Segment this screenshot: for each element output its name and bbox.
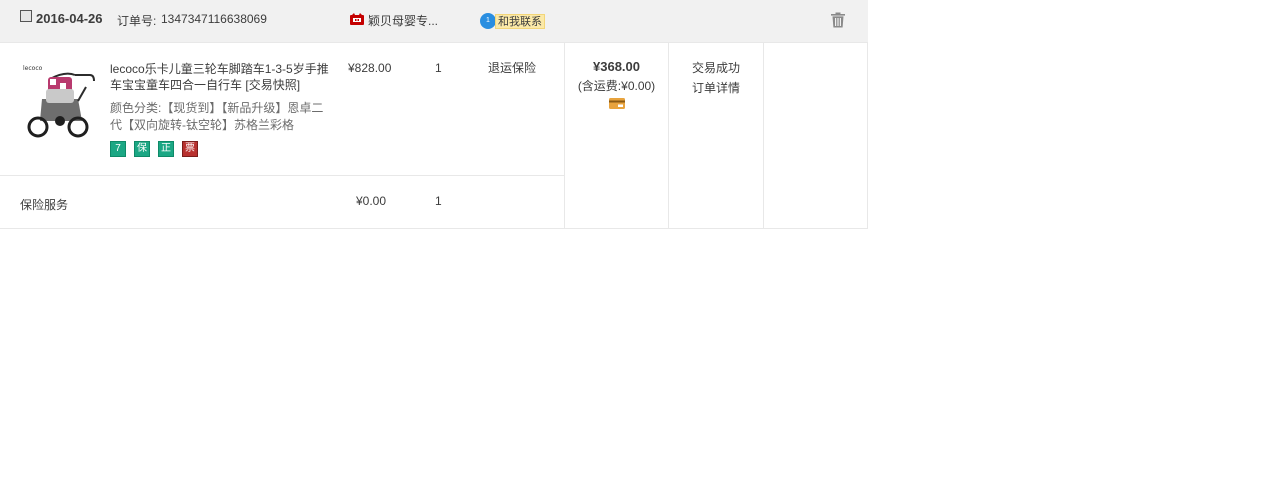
order-date: 2016-04-26	[36, 11, 103, 26]
order-total-column: ¥368.00 (含运费:¥0.00)	[564, 43, 668, 229]
shipping-fee: (含运费:¥0.00)	[577, 79, 656, 93]
product-sku: 颜色分类:【现货到】【新品升级】恩卓二代【双向旋转-钛空轮】苏格兰彩格	[110, 101, 324, 132]
product-unit-price: ¥828.00	[348, 61, 392, 75]
invoice-icon[interactable]: 票	[182, 141, 198, 157]
order-select-checkbox[interactable]	[20, 10, 32, 22]
order-status: 交易成功	[691, 61, 740, 75]
order-number-label: 订单号:	[117, 14, 157, 28]
product-thumbnail[interactable]: lecoco	[20, 61, 100, 141]
insurance-price: ¥0.00	[356, 194, 387, 208]
order-status-column: 交易成功 订单详情	[668, 43, 763, 229]
product-quantity: 1	[435, 61, 442, 75]
chat-bubble-icon: 1	[480, 13, 496, 29]
shop-name-link[interactable]: 颖贝母婴专...	[368, 12, 438, 29]
order-number: 1347347116638069	[161, 12, 267, 26]
order-detail-link[interactable]: 订单详情	[669, 78, 763, 98]
return-shipping-insurance-link[interactable]: 退运保险	[488, 59, 536, 76]
order-total-amount: ¥368.00	[593, 59, 640, 74]
order-card: 2016-04-26 订单号: 1347347116638069 颖贝母婴专..…	[0, 0, 868, 229]
order-action-column	[763, 43, 868, 229]
order-header: 2016-04-26 订单号: 1347347116638069 颖贝母婴专..…	[0, 0, 868, 43]
consumer-protection-icon[interactable]: 保	[134, 141, 150, 157]
trade-snapshot-link[interactable]: [交易快照]	[245, 78, 300, 92]
delete-order-icon[interactable]	[830, 12, 846, 28]
contact-seller-label: 和我联系	[495, 14, 545, 29]
insurance-row: 保险服务 ¥0.00 1	[0, 176, 564, 229]
genuine-guarantee-icon[interactable]: 正	[158, 141, 174, 157]
tmall-shop-icon	[350, 13, 364, 25]
thumbnail-brand-text: lecoco	[23, 65, 43, 72]
insurance-service-label: 保险服务	[20, 198, 69, 212]
product-row: lecoco lecoco乐卡儿童三轮车脚踏车1-3-5岁手推车宝宝童车四合一自…	[0, 43, 564, 176]
insurance-quantity: 1	[435, 194, 442, 208]
seven-day-return-icon[interactable]: 7	[110, 141, 126, 157]
payment-card-icon	[608, 98, 625, 109]
product-title: lecoco乐卡儿童三轮车脚踏车1-3-5岁手推车宝宝童车四合一自行车 [交易快…	[110, 61, 332, 93]
